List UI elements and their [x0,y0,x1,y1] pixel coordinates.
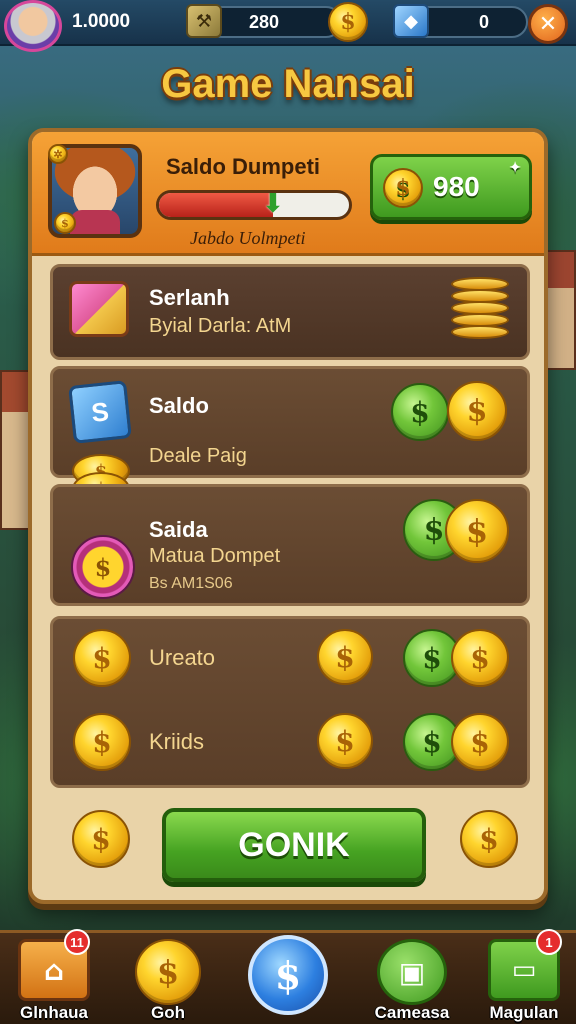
gonik-button[interactable]: GONIK [162,808,426,882]
balance-coin-icon: $ [383,168,423,208]
row-subtitle: Byial Darla: AtM [149,315,292,337]
row-title: Saldo [149,393,209,418]
gift-box-icon: ▣ [377,939,447,1005]
nav-item-glnhaua[interactable]: ⌂ 11 Glnhaua [4,929,104,1024]
gold-coin-icon: $ [317,629,373,685]
coin-stack-layer [451,313,509,327]
row-title: Saida [149,517,208,542]
nav-item-center-coin[interactable]: $ [238,933,338,1024]
progress-fill [159,193,273,217]
balance-sublabel: Jabdo Uolmpeti [190,228,306,248]
gold-coin-icon: $ [447,381,507,441]
treasure-chest-icon [69,281,129,337]
gold-coin-icon: $ [451,629,509,687]
nav-label: Magulan [489,1003,559,1022]
portrait-gear-icon: ✲ [48,144,68,164]
tools-icon[interactable]: ⚒ [186,4,222,38]
player-avatar[interactable] [4,0,62,52]
gold-counter: 280 [206,6,342,38]
gold-coin-icon: $ [317,713,373,769]
gold-coin-icon: $ [73,629,131,687]
green-coin-icon: $ [391,383,449,441]
balance-button[interactable]: $ 980 ✦ [370,154,532,220]
nav-label: Cameasa [374,1003,450,1022]
row-title-kriids: Kriids [149,729,205,754]
player-name: 1.0000 [72,11,131,32]
gold-coin-icon: $ [73,713,131,771]
coin-stack-layer [451,301,509,315]
nav-item-cameasa[interactable]: ▣ Cameasa [360,933,464,1024]
balance-progress-bar: ⬇ [156,190,352,220]
nav-label: Goh [151,1003,185,1022]
row-subtitle: Matua Dompet [149,545,281,567]
nav-item-magulan[interactable]: ▭ 1 Magulan [474,929,574,1024]
gold-coin-icon: $ [72,810,130,868]
list-item-serlanh[interactable]: Serlanh Byial Darla: AtM [50,264,530,360]
panel-header: ✲ $ Saldo Dumpeti ⬇ Jabdo Uolmpeti $ 980… [32,132,544,256]
list-group-rewards: $ Ureato $ $ $ $ Kriids $ $ $ [50,616,530,788]
blue-box-icon: S [68,380,132,444]
coin-badge-icon: $ [71,535,135,599]
gold-coin-icon: $ [451,713,509,771]
coin-stack-layer [451,277,509,291]
coin-stack-icon [451,325,509,339]
balance-label: Saldo Dumpeti [166,154,321,179]
background-house-right [546,250,576,370]
gold-coin-icon[interactable]: $ [328,2,368,42]
row-title-ureato: Ureato [149,645,216,670]
row-title: Serlanh [149,285,230,310]
page-title: Game Nansai [161,62,415,106]
row-subtitle: Deale Paig [149,445,247,467]
gold-coin-icon: $ [460,810,518,868]
gold-coin-icon: $ [445,499,509,563]
sparkle-icon: ✦ [509,159,521,175]
balance-value: 980 [433,171,480,202]
progress-arrow-icon: ⬇ [262,190,284,219]
notification-badge: 11 [64,929,90,955]
wallet-panel: ✲ $ Saldo Dumpeti ⬇ Jabdo Uolmpeti $ 980… [28,128,548,904]
gem-box-icon[interactable]: ◆ [393,4,429,38]
bottom-navigation: ⌂ 11 Glnhaua $ Goh $ ▣ Cameasa ▭ 1 Magul… [0,929,576,1024]
top-status-bar: 1.0000 280 ⚒ $ 0 ◆ ✕ [0,0,576,52]
coin-icon: $ [135,939,201,1005]
portrait-coin-icon: $ [54,212,76,234]
coin-stack-layer [451,289,509,303]
blue-dollar-icon: $ [248,935,328,1015]
list-item-saida[interactable]: $ Saida Matua Dompet Bs AM1S06 $ $ [50,484,530,606]
row-detail: Bs AM1S06 [149,575,233,592]
close-button[interactable]: ✕ [528,4,568,44]
notification-badge: 1 [536,929,562,955]
nav-label: Glnhaua [19,1003,88,1022]
nav-item-goh[interactable]: $ Goh [118,933,218,1024]
